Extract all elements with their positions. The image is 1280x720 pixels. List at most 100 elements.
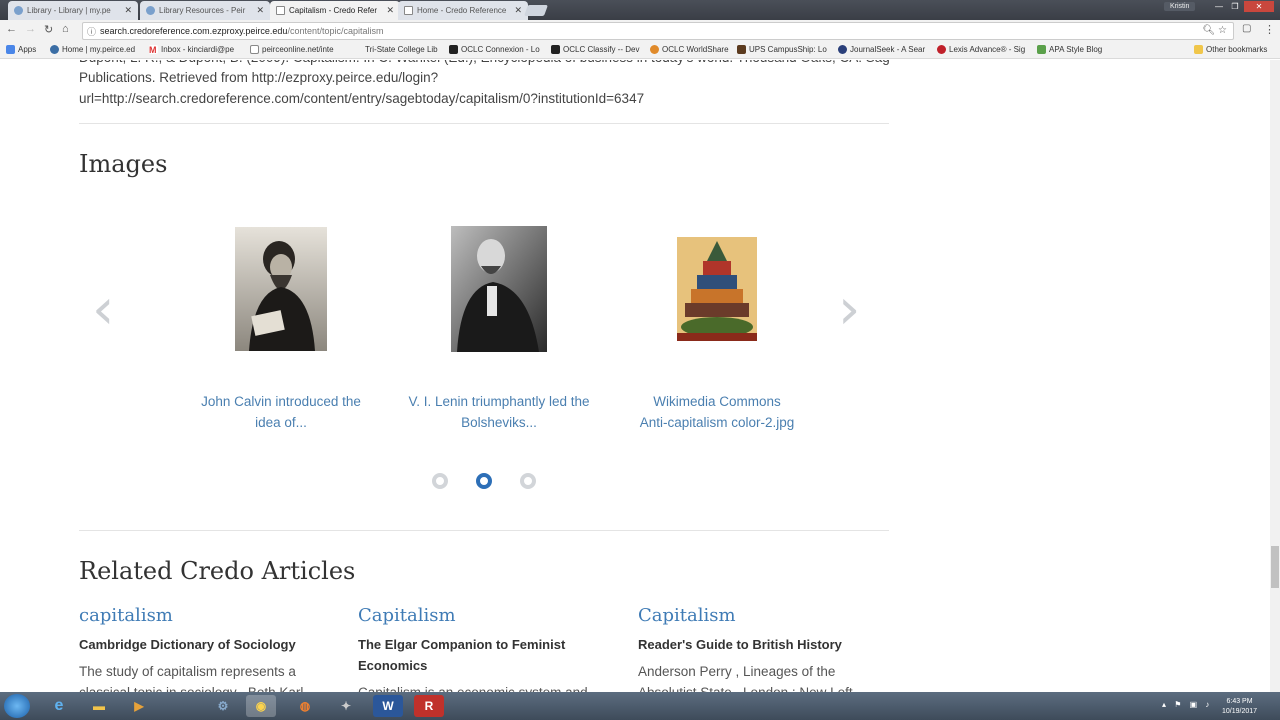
divider — [79, 123, 889, 124]
oclc-icon — [551, 45, 560, 54]
scrollbar-thumb[interactable] — [1271, 546, 1279, 588]
snippet-line: Absolutist State , London : New Left — [638, 682, 878, 692]
page-scrollbar[interactable] — [1270, 60, 1280, 692]
snippet-line: The study of capitalism represents a — [79, 664, 296, 679]
carousel-dot-3[interactable] — [520, 473, 536, 489]
clock[interactable]: 6:43 PM 10/19/2017 — [1222, 697, 1257, 717]
url-path: /content/topic/capitalism — [287, 26, 384, 36]
tab-library-resources[interactable]: Library Resources - Peir ✕ — [140, 1, 270, 20]
tab-capitalism[interactable]: Capitalism - Credo Refer ✕ — [270, 1, 400, 20]
media-player-icon[interactable]: ▶ — [124, 695, 154, 717]
portrait-graphic — [235, 227, 327, 351]
bookmark-item[interactable]: peirceonline.net/inte — [250, 45, 334, 54]
article-title-link[interactable]: Capitalism — [358, 605, 456, 626]
bookmark-label: UPS CampusShip: Lo — [749, 45, 827, 54]
blank-icon — [353, 45, 362, 54]
browser-toolbar: ← → ↻ ⌂ ⓘ search.credoreference.com.ezpr… — [0, 20, 1280, 42]
close-window-icon[interactable]: ✕ — [1244, 1, 1274, 12]
windows-taskbar: e ▬ ▶ ⚙ ◉ ◍ ✦ W R ▴ ⚑ ▣ ♪ 6:43 PM 10/19/… — [0, 692, 1280, 720]
profile-button[interactable]: Kristin — [1164, 2, 1196, 11]
tab-library[interactable]: Library - Library | my.pe ✕ — [8, 1, 138, 20]
chrome-icon[interactable]: ◉ — [246, 695, 276, 717]
caption-line: Wikimedia Commons — [653, 394, 781, 409]
bookmark-label: OCLC Classify -- Dev — [563, 45, 640, 54]
recorder-icon[interactable]: R — [414, 695, 444, 717]
close-tab-icon[interactable]: ✕ — [124, 5, 132, 16]
start-button-icon[interactable] — [4, 694, 30, 718]
app-icon[interactable]: ✦ — [331, 695, 361, 717]
maximize-icon[interactable]: ❐ — [1228, 1, 1242, 12]
url-host: search.credoreference.com.ezproxy.peirce… — [100, 26, 288, 36]
close-tab-icon[interactable]: ✕ — [514, 5, 522, 16]
tab-credo-home[interactable]: Home - Credo Reference ✕ — [398, 1, 528, 20]
ie-icon[interactable]: e — [44, 695, 74, 717]
bookmark-item[interactable]: APA Style Blog — [1037, 45, 1102, 54]
caption-line: idea of... — [255, 415, 307, 430]
bookmark-item[interactable]: UPS CampusShip: Lo — [737, 45, 827, 54]
bookmark-item[interactable]: JournalSeek - A Sear — [838, 45, 925, 54]
carousel-dot-2[interactable] — [476, 473, 492, 489]
extension-icon[interactable]: ▢ — [1242, 23, 1251, 34]
article-title-link[interactable]: Capitalism — [638, 605, 736, 626]
citation-line-3: url=http://search.credoreference.com/con… — [79, 91, 645, 106]
tab-label: Capitalism - Credo Refer — [289, 6, 378, 15]
page-icon — [276, 6, 285, 15]
bookmark-item[interactable]: Tri-State College Lib — [353, 45, 438, 54]
bookmark-label: OCLC WorldShare — [662, 45, 729, 54]
zoom-star-icons[interactable]: 🔍︎ ☆ — [1203, 25, 1227, 36]
lenin-image[interactable] — [451, 226, 547, 352]
forward-icon[interactable]: → — [25, 23, 36, 35]
article-snippet: Capitalism is an economic system and a — [358, 682, 598, 692]
firefox-icon[interactable]: ◍ — [290, 695, 320, 717]
caption-calvin[interactable]: John Calvin introduced the idea of... — [181, 391, 381, 433]
reload-icon[interactable]: ↻ — [44, 23, 53, 36]
globe-icon — [14, 6, 23, 15]
system-tray-icons[interactable]: ▴ ⚑ ▣ ♪ — [1162, 700, 1212, 709]
caption-anti-capitalism[interactable]: Wikimedia Commons Anti-capitalism color-… — [617, 391, 817, 433]
snippet-line: classical topic in sociology . Both Karl — [79, 682, 319, 692]
carousel-dot-1[interactable] — [432, 473, 448, 489]
carousel-prev-icon[interactable]: ‹ — [92, 282, 114, 338]
carousel-next-icon[interactable]: › — [838, 282, 860, 338]
clock-date: 10/19/2017 — [1222, 708, 1258, 715]
back-icon[interactable]: ← — [6, 23, 17, 35]
close-tab-icon[interactable]: ✕ — [256, 5, 264, 16]
bookmark-label: peirceonline.net/inte — [262, 45, 334, 54]
file-explorer-icon[interactable]: ▬ — [84, 695, 114, 717]
tab-label: Home - Credo Reference — [417, 6, 507, 15]
page-icon — [404, 6, 413, 15]
minimize-icon[interactable]: — — [1212, 1, 1226, 12]
site-icon — [50, 45, 59, 54]
worldshare-icon — [650, 45, 659, 54]
anti-capitalism-image[interactable] — [677, 237, 757, 341]
bookmark-item[interactable]: OCLC Connexion - Lo — [449, 45, 540, 54]
other-bookmarks[interactable]: Other bookmarks — [1194, 45, 1267, 54]
bookmark-item[interactable]: OCLC WorldShare — [650, 45, 729, 54]
home-icon[interactable]: ⌂ — [62, 23, 69, 35]
calvin-image[interactable] — [235, 227, 327, 351]
article-title-link[interactable]: capitalism — [79, 605, 173, 626]
bookmark-label: Home | my.peirce.ed — [62, 45, 136, 54]
caption-line: Anti-capitalism color-2.jpg — [639, 415, 795, 430]
address-bar[interactable]: ⓘ search.credoreference.com.ezproxy.peir… — [82, 22, 1234, 40]
ups-icon — [737, 45, 746, 54]
bookmark-item[interactable]: M Inbox - kinciardi@pe — [149, 45, 235, 55]
network-app-icon[interactable]: ⚙ — [208, 695, 238, 717]
folder-icon — [1194, 45, 1203, 54]
info-icon[interactable]: ⓘ — [87, 25, 96, 38]
caption-lenin[interactable]: V. I. Lenin triumphantly led the Bolshev… — [399, 391, 599, 433]
bookmark-item[interactable]: Home | my.peirce.ed — [50, 45, 135, 54]
clock-time: 6:43 PM — [1226, 698, 1253, 705]
source-line: The Elgar Companion to Feminist — [358, 637, 566, 652]
bookmark-apps[interactable]: Apps — [6, 45, 36, 54]
bookmark-label: Inbox - kinciardi@pe — [161, 45, 235, 54]
bookmark-item[interactable]: Lexis Advance® - Sig — [937, 45, 1025, 54]
lexis-icon — [937, 45, 946, 54]
close-tab-icon[interactable]: ✕ — [386, 5, 394, 16]
source-line: Economics — [358, 658, 428, 673]
bookmark-item[interactable]: OCLC Classify -- Dev — [551, 45, 639, 54]
tab-label: Library - Library | my.pe — [27, 6, 111, 15]
word-icon[interactable]: W — [373, 695, 403, 717]
menu-icon[interactable]: ⋮ — [1264, 23, 1275, 36]
new-tab-button[interactable] — [523, 5, 549, 16]
